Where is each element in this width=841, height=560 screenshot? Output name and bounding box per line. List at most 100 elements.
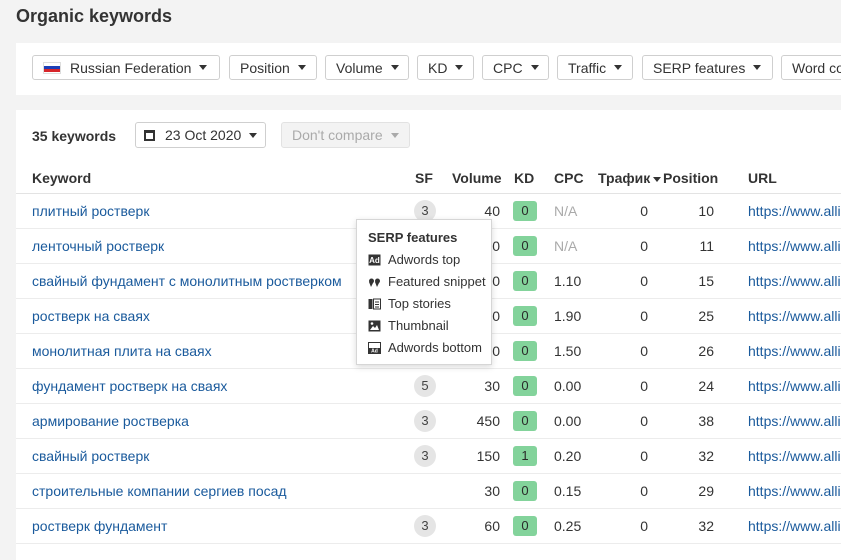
- traffic-value: 0: [640, 448, 648, 464]
- cpc-value: N/A: [554, 238, 578, 254]
- cpc-filter-label: CPC: [493, 59, 523, 76]
- kd-badge: 0: [513, 201, 537, 221]
- chevron-down-icon: [530, 65, 539, 70]
- kd-badge: 0: [513, 236, 537, 256]
- keyword-link[interactable]: ростверк фундамент: [32, 518, 167, 534]
- column-header-sf[interactable]: SF: [415, 170, 433, 186]
- country-label: Russian Federation: [70, 59, 192, 76]
- country-filter[interactable]: Russian Federation: [32, 55, 220, 80]
- kd-filter[interactable]: KD: [417, 55, 474, 80]
- traffic-filter-label: Traffic: [568, 59, 607, 76]
- tooltip-item: Featured snippet: [368, 274, 486, 289]
- url-link[interactable]: https://www.allia: [748, 308, 841, 324]
- position-filter-label: Position: [240, 59, 290, 76]
- keyword-link[interactable]: фундамент ростверк на сваях: [32, 378, 227, 394]
- svg-text:Ad: Ad: [371, 348, 378, 354]
- cpc-value: 0.00: [554, 413, 582, 429]
- chevron-down-icon: [614, 65, 623, 70]
- url-link[interactable]: https://www.allia: [748, 343, 841, 359]
- keyword-link[interactable]: монолитная плита на сваях: [32, 343, 212, 359]
- volume-value: 60: [484, 518, 500, 534]
- page-title: Organic keywords: [16, 6, 173, 26]
- traffic-value: 0: [640, 413, 648, 429]
- url-link[interactable]: https://www.allia: [748, 518, 841, 534]
- kd-badge: 0: [513, 271, 537, 291]
- volume-filter[interactable]: Volume: [325, 55, 409, 80]
- table-row: строительные компании сергиев посад 30 0 0.…: [16, 474, 841, 509]
- compare-label: Don't compare: [292, 127, 383, 143]
- sf-badge[interactable]: 3: [414, 410, 436, 432]
- volume-value: 40: [484, 203, 500, 219]
- column-header-volume[interactable]: Volume: [452, 170, 502, 186]
- kd-badge: 1: [513, 446, 537, 466]
- date-label: 23 Oct 2020: [165, 127, 242, 143]
- cpc-value: 0.25: [554, 518, 582, 534]
- keyword-count: 35 keywords: [32, 128, 117, 144]
- calendar-icon: [144, 129, 155, 141]
- url-link[interactable]: https://www.allia: [748, 203, 841, 219]
- url-link[interactable]: https://www.allia: [748, 238, 841, 254]
- position-value: 24: [698, 378, 714, 394]
- chevron-down-icon: [455, 65, 464, 70]
- column-header-position[interactable]: Position: [663, 170, 718, 186]
- position-filter[interactable]: Position: [229, 55, 317, 80]
- sf-badge[interactable]: 5: [414, 375, 436, 397]
- position-value: 29: [698, 483, 714, 499]
- column-header-traffic[interactable]: Трафик: [598, 170, 662, 186]
- keyword-link[interactable]: строительные компании сергиев посад: [32, 483, 287, 499]
- url-link[interactable]: https://www.allia: [748, 378, 841, 394]
- keyword-link[interactable]: свайный ростверк: [32, 448, 149, 464]
- tooltip-item: Top stories: [368, 296, 451, 311]
- date-picker[interactable]: 23 Oct 2020: [135, 122, 267, 148]
- traffic-value: 0: [640, 518, 648, 534]
- kd-badge: 0: [513, 516, 537, 536]
- kd-badge: 0: [513, 411, 537, 431]
- traffic-value: 0: [640, 203, 648, 219]
- keyword-link[interactable]: ленточный ростверк: [32, 238, 164, 254]
- column-header-kd[interactable]: KD: [514, 170, 534, 186]
- russia-flag-icon: [43, 61, 61, 74]
- image-icon: [368, 320, 381, 331]
- chevron-down-icon: [390, 65, 399, 70]
- cpc-value: 1.10: [554, 273, 582, 289]
- position-value: 38: [698, 413, 714, 429]
- url-link[interactable]: https://www.allia: [748, 483, 841, 499]
- kd-badge: 0: [513, 306, 537, 326]
- position-value: 15: [698, 273, 714, 289]
- column-header-url[interactable]: URL: [748, 170, 777, 186]
- url-link[interactable]: https://www.allia: [748, 448, 841, 464]
- traffic-filter[interactable]: Traffic: [557, 55, 633, 80]
- kd-filter-label: KD: [428, 59, 448, 76]
- table-row: фундамент ростверк на сваях 5 30 0 0.00 0 24 ht…: [16, 369, 841, 404]
- compare-dropdown[interactable]: Don't compare: [281, 122, 410, 148]
- column-header-keyword[interactable]: Keyword: [32, 170, 91, 186]
- top-stories-icon: [368, 298, 381, 309]
- keyword-link[interactable]: армирование ростверка: [32, 413, 189, 429]
- volume-value: 30: [484, 483, 500, 499]
- keyword-link[interactable]: ростверк на сваях: [32, 308, 150, 324]
- cpc-value: 0.00: [554, 378, 582, 394]
- table-row: армирование ростверка 3 450 0 0.00 0 38 https:/…: [16, 404, 841, 439]
- sf-badge[interactable]: 3: [414, 445, 436, 467]
- traffic-value: 0: [640, 273, 648, 289]
- url-link[interactable]: https://www.allia: [748, 273, 841, 289]
- url-link[interactable]: https://www.allia: [748, 413, 841, 429]
- cpc-value: 1.90: [554, 308, 582, 324]
- kd-badge: 0: [513, 481, 537, 501]
- position-value: 26: [698, 343, 714, 359]
- tooltip-title: SERP features: [368, 230, 458, 245]
- sf-badge[interactable]: 3: [414, 515, 436, 537]
- volume-value: 0: [492, 308, 500, 324]
- serp-features-filter[interactable]: SERP features: [642, 55, 773, 80]
- serp-features-tooltip: SERP features Ad Adwords top Featured sn…: [356, 219, 492, 365]
- kd-badge: 0: [513, 376, 537, 396]
- cpc-filter[interactable]: CPC: [482, 55, 549, 80]
- keyword-link[interactable]: свайный фундамент с монолитным ростверко…: [32, 273, 342, 289]
- traffic-header-label: Трафик: [598, 170, 651, 186]
- keyword-link[interactable]: плитный ростверк: [32, 203, 149, 219]
- column-header-cpc[interactable]: CPC: [554, 170, 584, 186]
- svg-text:Ad: Ad: [369, 256, 380, 265]
- volume-filter-label: Volume: [336, 59, 383, 76]
- traffic-value: 0: [640, 483, 648, 499]
- word-count-filter[interactable]: Word co: [781, 55, 841, 80]
